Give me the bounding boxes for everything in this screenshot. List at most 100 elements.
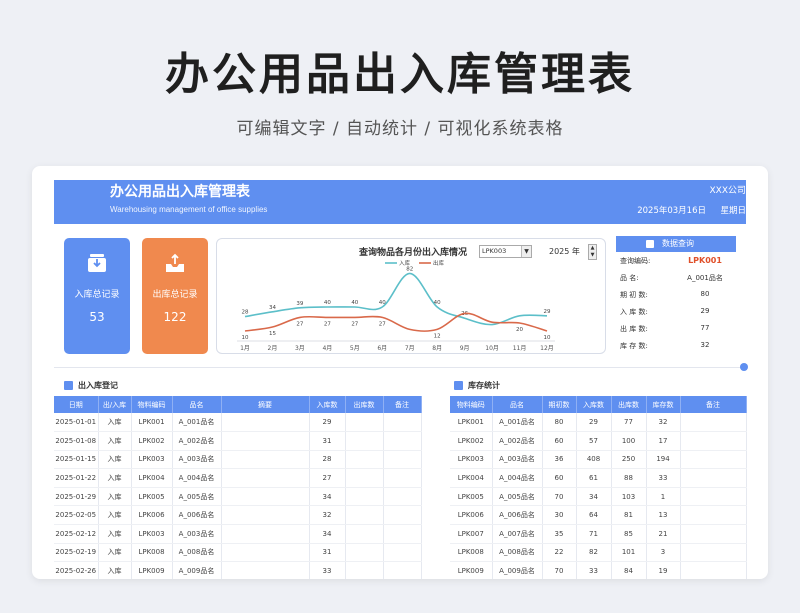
table-cell[interactable]: 29 [576, 413, 612, 433]
table-cell[interactable]: 入库 [98, 524, 132, 544]
table-cell[interactable]: 28 [309, 450, 346, 470]
table-cell[interactable]: A_002品名 [172, 431, 222, 451]
table-cell[interactable]: LPK004 [131, 468, 173, 488]
table-cell[interactable]: 103 [611, 487, 647, 507]
table-cell[interactable]: 35 [542, 524, 577, 544]
table-cell[interactable]: 1 [646, 487, 681, 507]
table-cell[interactable]: 入库 [98, 505, 132, 526]
table-cell[interactable]: 2025-01-08 [54, 431, 99, 451]
table-cell[interactable]: 34 [309, 524, 346, 544]
table-cell[interactable]: 入库 [98, 450, 132, 470]
table-cell[interactable]: LPK002 [131, 431, 173, 451]
table-cell[interactable]: 入库 [98, 543, 132, 563]
table-cell[interactable]: A_008品名 [172, 543, 222, 563]
table-cell[interactable]: 70 [542, 487, 577, 507]
table-cell[interactable]: A_003品名 [172, 524, 222, 544]
table-cell[interactable]: 60 [542, 431, 577, 451]
table-cell[interactable] [345, 543, 384, 563]
table-cell[interactable]: A_009品名 [492, 561, 543, 579]
table-cell[interactable]: 入库 [98, 413, 132, 433]
item-code-select[interactable]: LPK003 ▼ [479, 245, 532, 258]
table-cell[interactable]: LPK009 [450, 561, 493, 579]
table-cell[interactable] [680, 505, 747, 526]
table-cell[interactable]: A_007品名 [492, 524, 543, 544]
table-cell[interactable]: 29 [309, 413, 346, 433]
table-cell[interactable]: 81 [611, 505, 647, 526]
table-cell[interactable]: 101 [611, 543, 647, 563]
table-cell[interactable]: LPK003 [131, 524, 173, 544]
table-cell[interactable] [221, 487, 310, 507]
table-cell[interactable]: LPK005 [131, 487, 173, 507]
table-cell[interactable]: 33 [309, 561, 346, 579]
table-cell[interactable]: A_009品名 [172, 561, 222, 579]
table-cell[interactable] [345, 468, 384, 488]
table-cell[interactable]: 27 [309, 468, 346, 488]
table-cell[interactable] [345, 505, 384, 526]
table-cell[interactable]: 34 [576, 487, 612, 507]
table-cell[interactable]: 入库 [98, 561, 132, 579]
table-cell[interactable] [345, 561, 384, 579]
table-cell[interactable] [680, 413, 747, 433]
table-cell[interactable]: LPK003 [131, 450, 173, 470]
table-cell[interactable]: 32 [646, 413, 681, 433]
table-cell[interactable]: 70 [542, 561, 577, 579]
table-cell[interactable] [383, 487, 422, 507]
table-cell[interactable]: 84 [611, 561, 647, 579]
table-cell[interactable] [680, 543, 747, 563]
table-cell[interactable] [221, 561, 310, 579]
table-cell[interactable]: 408 [576, 450, 612, 470]
table-cell[interactable] [345, 487, 384, 507]
table-cell[interactable]: A_005品名 [492, 487, 543, 507]
table-cell[interactable]: A_002品名 [492, 431, 543, 451]
table-cell[interactable]: A_004品名 [172, 468, 222, 488]
table-cell[interactable]: A_006品名 [172, 505, 222, 526]
table-cell[interactable]: 21 [646, 524, 681, 544]
table-cell[interactable]: 入库 [98, 431, 132, 451]
table-cell[interactable]: 13 [646, 505, 681, 526]
table-cell[interactable]: A_008品名 [492, 543, 543, 563]
table-cell[interactable] [221, 431, 310, 451]
table-cell[interactable] [221, 505, 310, 526]
table-cell[interactable] [383, 413, 422, 433]
table-cell[interactable]: 57 [576, 431, 612, 451]
table-cell[interactable]: 60 [542, 468, 577, 488]
table-cell[interactable]: A_005品名 [172, 487, 222, 507]
table-cell[interactable] [221, 543, 310, 563]
table-cell[interactable]: LPK003 [450, 450, 493, 470]
table-cell[interactable]: LPK008 [131, 543, 173, 563]
table-cell[interactable] [383, 505, 422, 526]
table-cell[interactable]: 100 [611, 431, 647, 451]
table-cell[interactable] [221, 450, 310, 470]
table-cell[interactable] [383, 561, 422, 579]
table-cell[interactable]: LPK008 [450, 543, 493, 563]
table-cell[interactable]: LPK005 [450, 487, 493, 507]
table-cell[interactable] [680, 524, 747, 544]
table-cell[interactable]: 32 [309, 505, 346, 526]
table-cell[interactable] [345, 431, 384, 451]
table-cell[interactable]: LPK007 [450, 524, 493, 544]
table-cell[interactable]: A_006品名 [492, 505, 543, 526]
table-cell[interactable] [383, 431, 422, 451]
table-cell[interactable]: 30 [542, 505, 577, 526]
table-cell[interactable]: 2025-02-19 [54, 543, 99, 563]
table-cell[interactable]: 31 [309, 543, 346, 563]
table-cell[interactable]: 2025-01-15 [54, 450, 99, 470]
table-cell[interactable]: 入库 [98, 487, 132, 507]
table-cell[interactable]: 2025-01-22 [54, 468, 99, 488]
table-cell[interactable]: 33 [576, 561, 612, 579]
table-cell[interactable]: 2025-01-01 [54, 413, 99, 433]
table-cell[interactable] [680, 468, 747, 488]
table-cell[interactable]: A_003品名 [492, 450, 543, 470]
table-cell[interactable]: 34 [309, 487, 346, 507]
spinner-down-icon[interactable]: ▼ [589, 252, 596, 259]
table-cell[interactable]: 33 [646, 468, 681, 488]
table-cell[interactable]: A_004品名 [492, 468, 543, 488]
table-cell[interactable] [383, 543, 422, 563]
table-cell[interactable] [383, 468, 422, 488]
table-cell[interactable]: A_001品名 [492, 413, 543, 433]
table-cell[interactable]: 194 [646, 450, 681, 470]
table-cell[interactable]: 88 [611, 468, 647, 488]
table-cell[interactable]: 82 [576, 543, 612, 563]
table-cell[interactable]: 2025-02-26 [54, 561, 99, 579]
table-cell[interactable]: LPK009 [131, 561, 173, 579]
